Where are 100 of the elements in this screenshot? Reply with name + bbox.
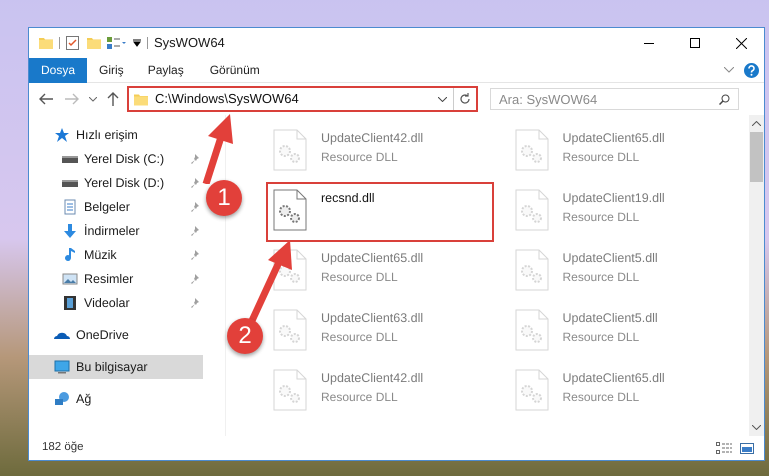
file-item[interactable]: UpdateClient5.dll Resource DLL: [508, 302, 736, 362]
file-name: UpdateClient5.dll: [562, 310, 658, 327]
nav-label: Ağ: [76, 390, 92, 408]
file-type: Resource DLL: [321, 268, 399, 286]
music-note-icon: [62, 247, 78, 263]
refresh-icon[interactable]: [459, 93, 471, 105]
document-icon: [62, 199, 78, 215]
nav-item[interactable]: Resimler: [29, 267, 203, 291]
nav-item[interactable]: Belgeler: [29, 195, 203, 219]
down-arrow-icon: [62, 223, 78, 239]
item-count: 182 öğe: [42, 440, 84, 456]
nav-label: Belgeler: [84, 198, 130, 216]
chevron-down-icon[interactable]: [438, 96, 447, 102]
nav-label: Resimler: [84, 270, 134, 288]
nav-label: Hızlı erişim: [76, 126, 138, 144]
ribbon-tab[interactable]: Giriş: [87, 58, 136, 82]
close-icon: [736, 38, 746, 48]
nav-item[interactable]: Bu bilgisayar: [29, 355, 203, 379]
network-icon: [54, 391, 70, 407]
file-type: Resource DLL: [562, 208, 640, 226]
nav-item[interactable]: Yerel Disk (D:): [29, 171, 203, 195]
file-name: UpdateClient42.dll: [321, 130, 424, 147]
file-name: UpdateClient42.dll: [321, 370, 424, 387]
folder-icon: [39, 37, 53, 49]
scrollbar[interactable]: [749, 115, 764, 436]
chevron-down-icon[interactable]: [89, 96, 97, 102]
back-arrow-icon[interactable]: [39, 93, 53, 105]
annotation-arrow: [200, 114, 234, 184]
file-name: UpdateClient65.dll: [562, 130, 665, 147]
file-item[interactable]: UpdateClient42.dll Resource DLL: [266, 122, 494, 182]
address-path: C:\Windows\SysWOW64: [155, 90, 299, 108]
new-folder-icon: [87, 37, 101, 49]
drive-icon: [62, 156, 78, 162]
file-gears-icon: [273, 309, 307, 351]
nav-label: Videolar: [84, 294, 130, 312]
properties-icon[interactable]: [66, 36, 79, 50]
file-item[interactable]: UpdateClient19.dll Resource DLL: [508, 182, 736, 242]
view-options-icon[interactable]: [107, 37, 127, 49]
nav-label: Bu bilgisayar: [76, 358, 148, 376]
up-arrow-icon[interactable]: [107, 92, 119, 106]
window-title: SysWOW64: [154, 34, 225, 52]
chevron-down-icon[interactable]: [752, 425, 761, 430]
nav-label: Müzik: [84, 246, 117, 264]
file-gears-icon: [273, 129, 307, 171]
file-gears-icon: [514, 189, 548, 231]
file-gears-icon: [514, 249, 548, 291]
chevron-up-icon[interactable]: [752, 121, 761, 126]
file-gears-icon: [514, 309, 548, 351]
file-type: Resource DLL: [321, 148, 399, 166]
nav-label: Yerel Disk (D:): [84, 174, 164, 192]
file-type: Resource DLL: [562, 268, 640, 286]
file-name: UpdateClient63.dll: [321, 310, 424, 327]
file-type: Resource DLL: [321, 388, 399, 406]
search-icon[interactable]: [719, 94, 730, 104]
file-gears-icon: [273, 369, 307, 411]
file-name: UpdateClient65.dll: [562, 370, 665, 387]
file-item[interactable]: UpdateClient5.dll Resource DLL: [508, 242, 736, 302]
nav-item[interactable]: İndirmeler: [29, 219, 203, 243]
nav-label: Yerel Disk (C:): [84, 150, 164, 168]
file-type: Resource DLL: [562, 148, 640, 166]
file-item[interactable]: UpdateClient65.dll Resource DLL: [508, 362, 736, 422]
search-field[interactable]: Ara: SysWOW64: [490, 88, 739, 110]
file-item[interactable]: UpdateClient42.dll Resource DLL: [266, 362, 494, 422]
address-bar[interactable]: C:\Windows\SysWOW64: [127, 86, 478, 112]
nav-label: OneDrive: [76, 326, 129, 344]
nav-item[interactable]: Videolar: [29, 291, 203, 315]
file-gears-icon: [273, 189, 307, 231]
nav-item[interactable]: Ağ: [29, 387, 203, 411]
nav-item[interactable]: Hızlı erişim: [29, 123, 203, 147]
drive-icon: [62, 180, 78, 186]
ribbon-tab[interactable]: Görünüm: [196, 58, 274, 82]
picture-icon: [62, 271, 78, 287]
nav-item[interactable]: OneDrive: [29, 323, 203, 347]
picture-view-icon[interactable]: [740, 442, 754, 454]
search-input[interactable]: Ara: SysWOW64: [491, 89, 719, 109]
cloud-icon: [54, 331, 70, 339]
help-icon[interactable]: [744, 62, 759, 78]
file-type: Resource DLL: [562, 388, 640, 406]
film-icon: [62, 295, 78, 311]
nav-item[interactable]: Müzik: [29, 243, 203, 267]
nav-label: İndirmeler: [84, 222, 140, 240]
file-type: Resource DLL: [562, 328, 640, 346]
details-view-icon[interactable]: [716, 442, 732, 454]
file-name: UpdateClient19.dll: [562, 190, 665, 207]
file-name: UpdateClient65.dll: [321, 250, 424, 267]
nav-item[interactable]: Yerel Disk (C:): [29, 147, 203, 171]
file-gears-icon: [514, 369, 548, 411]
ribbon-tab[interactable]: Paylaş: [136, 58, 196, 82]
star-icon: [54, 127, 70, 143]
file-item[interactable]: recsnd.dll: [266, 182, 494, 242]
file-name: UpdateClient5.dll: [562, 250, 658, 267]
scrollbar-thumb[interactable]: [750, 132, 763, 182]
file-item[interactable]: UpdateClient63.dll Resource DLL: [266, 302, 494, 362]
monitor-icon: [54, 359, 70, 375]
file-type: Resource DLL: [321, 328, 399, 346]
dropdown-caret-icon[interactable]: [133, 39, 141, 47]
file-gears-icon: [514, 129, 548, 171]
ribbon-tab[interactable]: Dosya: [29, 58, 88, 82]
file-item[interactable]: UpdateClient65.dll Resource DLL: [508, 122, 736, 182]
file-name: recsnd.dll: [321, 190, 374, 207]
